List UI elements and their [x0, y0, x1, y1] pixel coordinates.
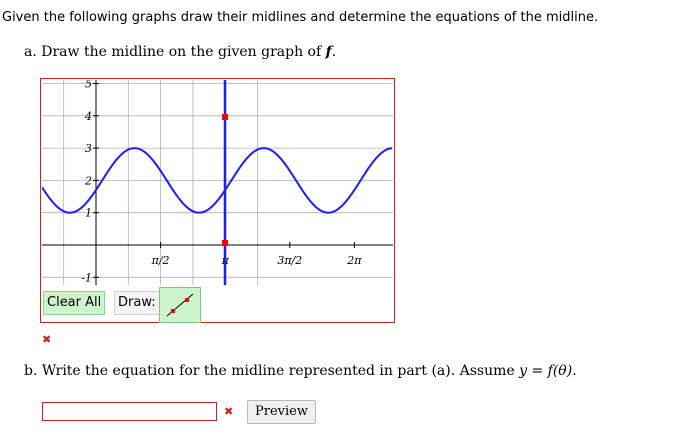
drawn-line-point-2[interactable] — [222, 240, 228, 246]
part-a-incorrect-icon: ✖ — [42, 333, 52, 346]
part-b-math: y = f(θ) — [519, 363, 573, 379]
x-tick-label: π/2 — [151, 254, 170, 267]
grid-lines — [42, 80, 393, 285]
part-a-suffix: . — [331, 44, 337, 60]
clear-all-button[interactable]: Clear All — [43, 291, 106, 315]
drawn-line-point-1[interactable] — [222, 114, 228, 120]
part-b-prompt: b. Write the equation for the midline re… — [24, 363, 577, 379]
line-segment-icon — [166, 293, 194, 317]
part-b-incorrect-icon: ✖ — [224, 405, 234, 418]
part-b-text: b. Write the equation for the midline re… — [24, 363, 520, 379]
part-a-prompt: a. Draw the midline on the given graph o… — [24, 44, 336, 60]
part-b-suffix: . — [572, 363, 577, 379]
part-a-text: a. Draw the midline on the given graph o… — [24, 44, 326, 60]
preview-button[interactable]: Preview — [247, 400, 316, 424]
y-tick-label: -1 — [81, 271, 92, 284]
y-tick-label: 2 — [84, 174, 92, 187]
draw-line-tool-button[interactable] — [159, 287, 201, 323]
axes — [42, 80, 393, 285]
x-tick-label: 3π/2 — [277, 254, 302, 267]
graph-canvas[interactable]: 54321-1 π/2π3π/22π — [42, 80, 393, 285]
y-tick-label: 4 — [84, 110, 92, 123]
y-tick-label: 5 — [85, 80, 92, 91]
x-tick-label: 2π — [346, 254, 362, 267]
draw-label: Draw: — [114, 291, 160, 315]
question-intro: Given the following graphs draw their mi… — [2, 10, 599, 25]
midline-answer-input[interactable] — [42, 402, 217, 421]
x-tick-labels: π/2π3π/22π — [151, 242, 362, 267]
y-tick-label: 3 — [85, 142, 92, 155]
y-tick-label: 1 — [85, 207, 92, 220]
